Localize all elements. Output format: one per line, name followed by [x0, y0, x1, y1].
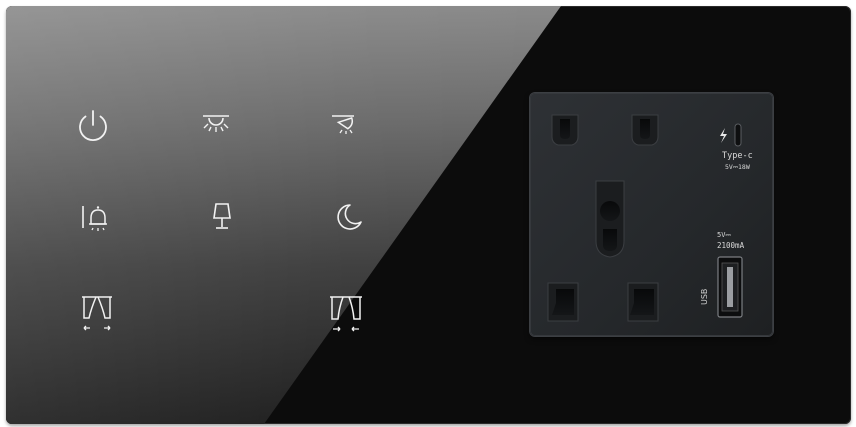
outlet-top-left [551, 114, 579, 146]
lamp-key[interactable] [198, 194, 246, 242]
main-light-key[interactable] [192, 103, 240, 151]
night-mode-key[interactable] [324, 194, 372, 242]
power-icon [79, 110, 107, 142]
usb-current: 2100mA [717, 241, 745, 250]
usb-voltage: 5V⎓ [717, 231, 732, 239]
usb-a-port [717, 256, 743, 318]
table-lamp-icon [213, 203, 231, 229]
moon-icon [337, 204, 362, 230]
curtain-open-icon [82, 296, 112, 331]
doorbell-icon [82, 206, 107, 231]
curtain-close-icon [330, 296, 362, 332]
type-c-rating: 5V⎓18W [725, 163, 750, 171]
bell-key[interactable] [73, 194, 121, 242]
power-key[interactable] [69, 103, 117, 151]
ceiling-light-icon [203, 115, 229, 132]
outlet-center [595, 180, 625, 258]
type-c-label: Type-c [722, 151, 753, 161]
outlet-bottom-left [547, 282, 579, 322]
curtain-open-key[interactable] [76, 291, 124, 339]
usb-port-label: USB [700, 288, 709, 305]
socket-outlets [547, 114, 743, 322]
lightning-icon [720, 128, 727, 143]
curtain-close-key[interactable] [324, 291, 372, 339]
outlet-top-right [631, 114, 659, 146]
outlet-bottom-right [627, 282, 659, 322]
spot-light-key[interactable] [320, 103, 368, 151]
spotlight-icon [332, 115, 354, 134]
type-c-port [720, 123, 742, 147]
